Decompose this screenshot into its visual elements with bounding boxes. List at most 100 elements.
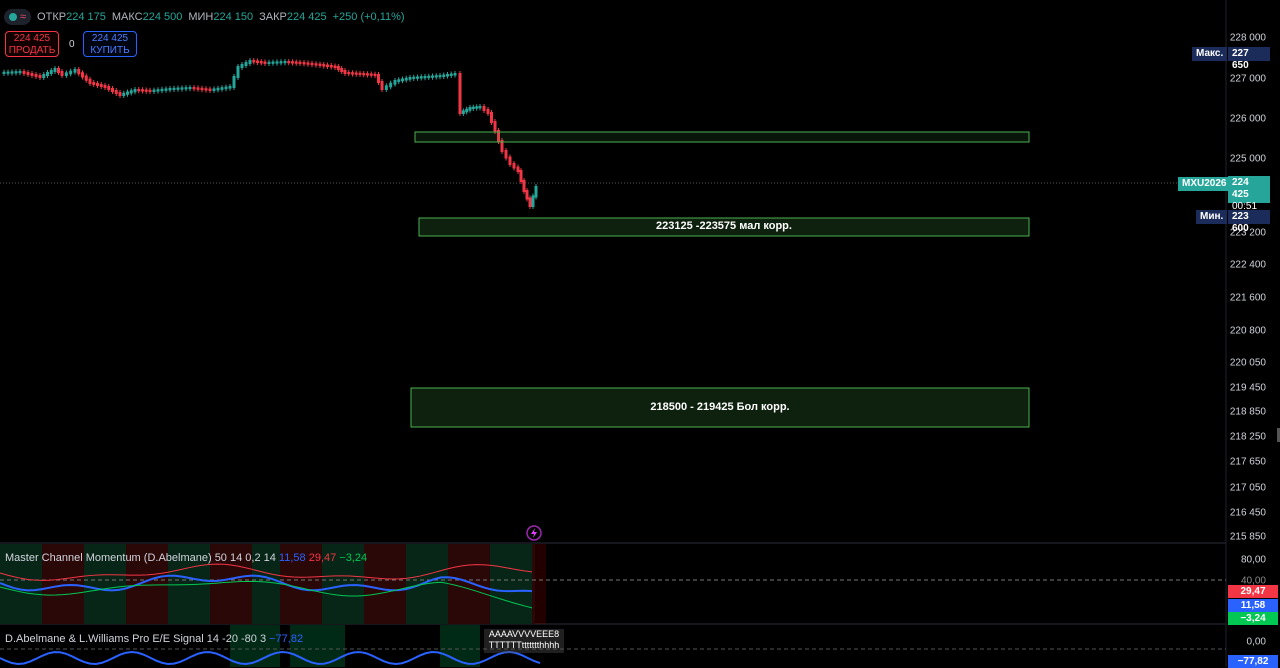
candle-body: [449, 73, 453, 76]
candle-body: [64, 72, 68, 76]
candle-body: [279, 61, 283, 64]
candle-body: [126, 91, 129, 95]
candle-body: [329, 65, 333, 68]
indicator2-legend[interactable]: D.Abelmane & L.Williams Pro E/E Signal 1…: [5, 633, 303, 645]
candle-body: [216, 87, 220, 91]
candle-body: [14, 71, 18, 74]
indicator1-band: [476, 544, 490, 624]
candle-body: [176, 87, 180, 90]
candle-body: [416, 76, 419, 79]
candle-body: [208, 88, 212, 91]
candle-body: [351, 72, 354, 75]
small-correction-label: 223125 -223575 мал корр.: [656, 220, 792, 232]
candle-body: [212, 88, 216, 91]
candle-body: [228, 86, 232, 89]
candle-body: [192, 87, 196, 90]
candle-body: [180, 87, 184, 90]
candle-body: [224, 86, 228, 90]
resistance-zone: [414, 131, 1030, 143]
indicator1-value-red: 29,47: [308, 552, 337, 564]
symbol-tag: MXU2026: [1178, 177, 1231, 191]
candle-body: [465, 108, 469, 113]
price-chart[interactable]: [0, 0, 1280, 667]
candle-body: [96, 83, 99, 86]
min-label-tag: Мин.: [1196, 210, 1228, 224]
candle-body: [419, 76, 423, 79]
candle-body: [377, 74, 380, 83]
price-tick: 217 050: [1229, 482, 1266, 494]
candle-body: [401, 78, 404, 82]
price-tick: 219 450: [1229, 382, 1266, 394]
candle-body: [384, 85, 388, 90]
candle-body: [427, 75, 431, 78]
indicator1-band: [490, 544, 504, 624]
candle-body: [141, 89, 144, 92]
candle-body: [240, 64, 244, 68]
candle-body: [256, 60, 259, 63]
candle-body: [69, 70, 73, 75]
candle-body: [508, 156, 512, 165]
candle-body: [168, 88, 172, 91]
indicator1-tag-red: 29,47: [1228, 585, 1278, 598]
price-tick: 216 450: [1229, 507, 1266, 519]
candle-body: [26, 72, 30, 75]
candle-body: [200, 87, 204, 91]
candle-body: [220, 87, 224, 90]
candle-body: [393, 80, 397, 85]
indicator1-tag-blue: 11,58: [1228, 599, 1278, 612]
candle-body: [81, 72, 84, 78]
candle-body: [522, 180, 526, 192]
candle-body: [283, 61, 287, 64]
candle-body: [336, 66, 340, 70]
candle-body: [111, 88, 114, 92]
candle-body: [461, 110, 465, 114]
indicator1-title: Master Channel Momentum (D.Abelmane) 50 …: [5, 552, 276, 564]
indicator1-axis-top: 80,00: [1240, 554, 1266, 566]
candle-body: [244, 62, 248, 66]
candle-body: [6, 71, 10, 74]
candle-body: [152, 89, 156, 92]
candle-body: [114, 90, 118, 94]
candle-body: [343, 70, 347, 74]
price-tick: 221 600: [1229, 292, 1266, 304]
indicator1-band: [378, 544, 392, 624]
candle-body: [259, 61, 263, 64]
candle-body: [516, 166, 520, 172]
candle-body: [34, 74, 38, 77]
candle-body: [486, 109, 490, 114]
indicator1-tag-green: −3,24: [1228, 612, 1278, 625]
candle-body: [298, 61, 302, 64]
candle-body: [2, 71, 6, 74]
candle-body: [122, 92, 126, 96]
indicator1-value-green: −3,24: [339, 552, 368, 564]
indicator2-title: D.Abelmane & L.Williams Pro E/E Signal 1…: [5, 633, 267, 645]
candle-body: [263, 61, 267, 64]
candle-body: [482, 106, 486, 111]
candle-body: [347, 72, 351, 75]
lightning-icon: [526, 525, 542, 541]
candle-body: [306, 62, 310, 65]
candle-body: [99, 84, 103, 87]
indicator2-value: −77,82: [269, 633, 304, 645]
indicator1-legend[interactable]: Master Channel Momentum (D.Abelmane) 50 …: [5, 552, 367, 564]
candle-body: [471, 106, 475, 109]
candle-body: [92, 82, 96, 85]
candle-body: [475, 106, 479, 109]
candle-body: [10, 71, 14, 74]
indicator2-overlay-text: AAAAVVVVEEE8 TTTTTTttttttthhhh: [484, 629, 564, 653]
candle-body: [164, 88, 168, 91]
candle-body: [333, 65, 337, 68]
candle-body: [468, 107, 472, 111]
price-tick: 227 000: [1229, 73, 1266, 85]
candle-body: [73, 69, 77, 73]
candle-body: [252, 60, 256, 63]
candle-body: [490, 112, 493, 123]
indicator1-band: [392, 544, 406, 624]
indicator1-band: [504, 544, 518, 624]
candle-body: [531, 195, 535, 207]
candle-body: [318, 63, 322, 66]
indicator2-tag: −77,82: [1228, 655, 1278, 668]
candle-body: [397, 79, 401, 82]
candle-body: [103, 85, 107, 88]
candle-body: [60, 71, 64, 76]
